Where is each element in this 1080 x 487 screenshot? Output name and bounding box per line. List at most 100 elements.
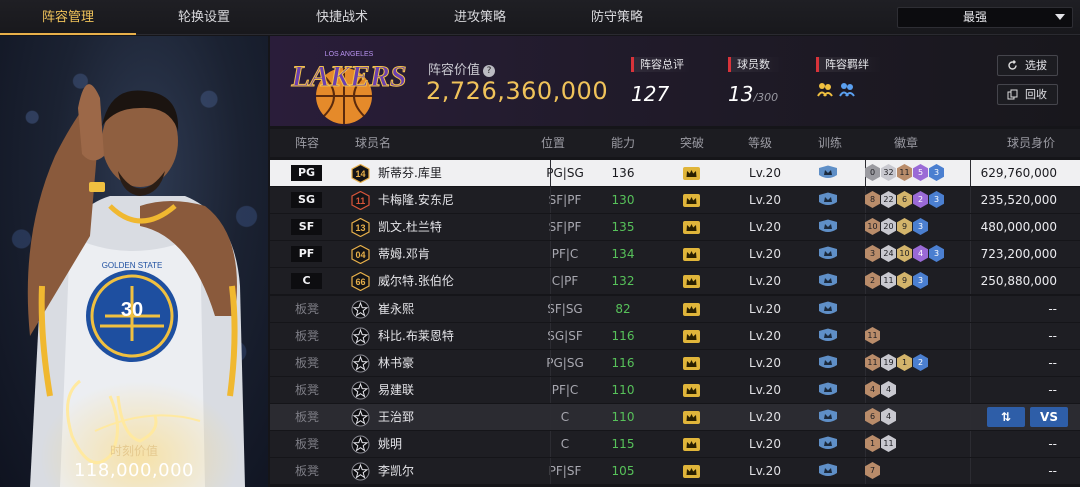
bench-slot-label: 板凳 bbox=[295, 410, 320, 424]
player-name[interactable]: 李凯尔 bbox=[378, 458, 414, 484]
player-ability: 116 bbox=[611, 329, 635, 343]
badge-icon[interactable]: 5 bbox=[913, 164, 928, 181]
col-player-name[interactable]: 球员名 bbox=[355, 129, 391, 157]
player-name[interactable]: 王治郅 bbox=[378, 404, 414, 430]
table-row[interactable]: PG 14 斯蒂芬.库里 PG|SG 136 Lv.20 0 32 11 5 3 629,760,00… bbox=[270, 160, 1080, 186]
badge-icon[interactable]: 3 bbox=[913, 218, 928, 235]
col-breakthrough[interactable]: 突破 bbox=[680, 129, 704, 157]
tab-offense-strategy[interactable]: 进攻策略 bbox=[412, 0, 548, 35]
badge-icon[interactable]: 1 bbox=[897, 354, 912, 371]
chemistry-icons[interactable] bbox=[816, 80, 882, 98]
badge-icon[interactable]: 11 bbox=[881, 435, 896, 452]
table-row[interactable]: 板凳 科比.布莱恩特 SG|SF 116 Lv.20 11 -- bbox=[270, 323, 1080, 349]
table-row[interactable]: 板凳 林书豪 PG|SG 116 Lv.20 11 19 1 2 -- bbox=[270, 350, 1080, 376]
lineup-preset-dropdown[interactable]: 最强 bbox=[897, 7, 1073, 28]
table-row[interactable]: PF 04 蒂姆.邓肯 PF|C 134 Lv.20 3 24 10 4 3 723,200,000 bbox=[270, 241, 1080, 267]
col-position[interactable]: 位置 bbox=[541, 129, 565, 157]
col-training[interactable]: 训练 bbox=[818, 129, 842, 157]
col-slot[interactable]: 阵容 bbox=[295, 129, 319, 157]
featured-player-card[interactable]: 30 GOLDEN STATE 时刻价值 118,000,000 bbox=[0, 36, 268, 487]
logo-subtext: LOS ANGELES bbox=[325, 51, 374, 58]
jersey-number-text: 04 bbox=[355, 250, 365, 260]
player-name[interactable]: 斯蒂芬.库里 bbox=[378, 160, 442, 186]
badge-icon[interactable]: 3 bbox=[913, 272, 928, 289]
table-row[interactable]: SG 11 卡梅隆.安东尼 SF|PF 130 Lv.20 8 22 6 2 3 235,520,00… bbox=[270, 187, 1080, 213]
badge-icon[interactable]: 2 bbox=[865, 272, 880, 289]
player-name[interactable]: 蒂姆.邓肯 bbox=[378, 241, 430, 267]
player-position: PF|SF bbox=[548, 464, 582, 478]
table-row[interactable]: 板凳 崔永熙 SF|SG 82 Lv.20 -- bbox=[270, 296, 1080, 322]
player-name[interactable]: 科比.布莱恩特 bbox=[378, 323, 454, 349]
lakers-logo: LAKERS LOS ANGELES bbox=[290, 51, 407, 124]
tab-defense-strategy[interactable]: 防守策略 bbox=[549, 0, 685, 35]
select-button-label: 选拔 bbox=[1025, 59, 1047, 72]
player-name[interactable]: 卡梅隆.安东尼 bbox=[378, 187, 454, 213]
table-row[interactable]: 板凳 易建联 PF|C 110 Lv.20 4 4 -- bbox=[270, 377, 1080, 403]
badge-icon[interactable]: 6 bbox=[897, 191, 912, 208]
col-ability[interactable]: 能力 bbox=[611, 129, 635, 157]
badge-icon[interactable]: 11 bbox=[865, 327, 880, 344]
player-name[interactable]: 威尔特.张伯伦 bbox=[378, 268, 454, 294]
badge-icon[interactable]: 11 bbox=[881, 272, 896, 289]
crown-icon bbox=[683, 248, 700, 261]
badge-icon[interactable]: 4 bbox=[865, 381, 880, 398]
badge-icon[interactable]: 9 bbox=[897, 218, 912, 235]
badge-icon[interactable]: 8 bbox=[865, 191, 880, 208]
badge-icon[interactable]: 11 bbox=[865, 354, 880, 371]
badge-list: 64 bbox=[865, 408, 896, 425]
badge-icon[interactable]: 9 bbox=[897, 272, 912, 289]
vs-button[interactable]: VS bbox=[1030, 407, 1068, 427]
swap-button[interactable]: ⇅ bbox=[987, 407, 1025, 427]
star-icon bbox=[351, 408, 370, 427]
player-level: Lv.20 bbox=[749, 329, 781, 343]
player-name[interactable]: 林书豪 bbox=[378, 350, 414, 376]
help-icon[interactable]: ? bbox=[483, 65, 496, 77]
tab-quick-tactics[interactable]: 快捷战术 bbox=[274, 0, 410, 35]
col-player-value[interactable]: 球员身价 bbox=[1007, 129, 1055, 157]
select-button[interactable]: 选拔 bbox=[997, 55, 1058, 76]
badge-icon[interactable]: 6 bbox=[865, 408, 880, 425]
column-divider bbox=[550, 350, 551, 376]
table-row[interactable]: 板凳 李凯尔 PF|SF 105 Lv.20 7 -- bbox=[270, 458, 1080, 484]
tab-rotation-settings[interactable]: 轮换设置 bbox=[136, 0, 272, 35]
badge-icon[interactable]: 0 bbox=[865, 164, 880, 181]
badge-icon[interactable]: 20 bbox=[881, 218, 896, 235]
refresh-icon bbox=[1008, 60, 1017, 70]
player-name[interactable]: 易建联 bbox=[378, 377, 414, 403]
recycle-button[interactable]: 回收 bbox=[997, 84, 1058, 105]
table-row[interactable]: C 66 威尔特.张伯伦 C|PF 132 Lv.20 2 11 9 3 250,880,000 bbox=[270, 268, 1080, 294]
col-level[interactable]: 等级 bbox=[748, 129, 772, 157]
badge-icon[interactable]: 4 bbox=[881, 381, 896, 398]
player-name[interactable]: 姚明 bbox=[378, 431, 402, 457]
badge-icon[interactable]: 4 bbox=[913, 245, 928, 262]
star-icon bbox=[351, 327, 370, 346]
badge-icon[interactable]: 3 bbox=[865, 245, 880, 262]
badge-icon[interactable]: 4 bbox=[881, 408, 896, 425]
table-row[interactable]: 板凳 王治郅 C 110 Lv.20 6 4 ⇅ VS bbox=[270, 404, 1080, 430]
badge-icon[interactable]: 2 bbox=[913, 191, 928, 208]
badge-icon[interactable]: 19 bbox=[881, 354, 896, 371]
player-level: Lv.20 bbox=[749, 166, 781, 180]
badge-icon[interactable]: 10 bbox=[865, 218, 880, 235]
player-name[interactable]: 凯文.杜兰特 bbox=[378, 214, 442, 240]
top-nav: 阵容管理 轮换设置 快捷战术 进攻策略 防守策略 最强 bbox=[0, 0, 1080, 35]
badge-icon[interactable]: 32 bbox=[881, 164, 896, 181]
table-row[interactable]: 板凳 姚明 C 115 Lv.20 1 11 -- bbox=[270, 431, 1080, 457]
table-row[interactable]: SF 13 凯文.杜兰特 SF|PF 135 Lv.20 10 20 9 3 480,000,000 bbox=[270, 214, 1080, 240]
badge-icon[interactable]: 24 bbox=[881, 245, 896, 262]
badge-icon[interactable]: 11 bbox=[897, 164, 912, 181]
player-ability: 130 bbox=[611, 193, 635, 207]
player-name[interactable]: 崔永熙 bbox=[378, 296, 414, 322]
badge-icon[interactable]: 1 bbox=[865, 435, 880, 452]
badge-icon[interactable]: 7 bbox=[865, 462, 880, 479]
badge-icon[interactable]: 3 bbox=[929, 191, 944, 208]
col-badges[interactable]: 徽章 bbox=[894, 129, 918, 157]
jersey-team-text: GOLDEN STATE bbox=[102, 261, 163, 270]
badge-icon[interactable]: 3 bbox=[929, 245, 944, 262]
badge-icon[interactable]: 3 bbox=[929, 164, 944, 181]
badge-icon[interactable]: 10 bbox=[897, 245, 912, 262]
jersey-number-icon: 04 bbox=[351, 245, 370, 264]
badge-icon[interactable]: 22 bbox=[881, 191, 896, 208]
badge-icon[interactable]: 2 bbox=[913, 354, 928, 371]
tab-lineup-management[interactable]: 阵容管理 bbox=[0, 0, 136, 35]
